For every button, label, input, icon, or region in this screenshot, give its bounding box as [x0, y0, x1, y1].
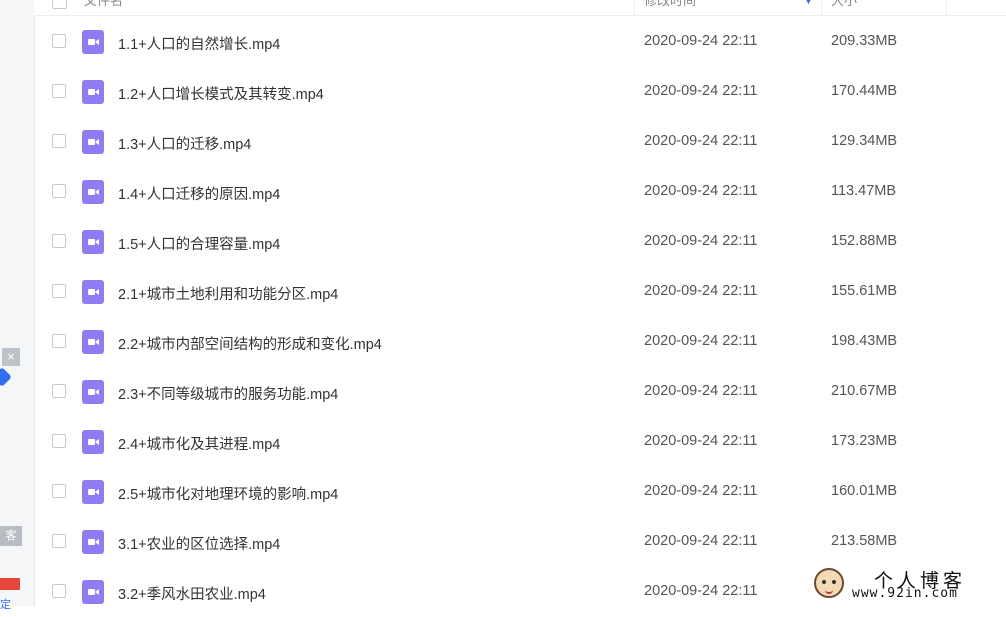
file-size: 155.61MB	[831, 283, 898, 299]
file-row[interactable]: 3.1+农业的区位选择.mp4 2020-09-24 22:11 213.58M…	[34, 517, 1006, 567]
file-row[interactable]: 1.4+人口迁移的原因.mp4 2020-09-24 22:11 113.47M…	[34, 167, 1006, 217]
file-name[interactable]: 2.4+城市化及其进程.mp4	[118, 433, 280, 454]
file-modified: 2020-09-24 22:11	[644, 83, 758, 99]
file-name[interactable]: 3.1+农业的区位选择.mp4	[118, 533, 280, 554]
row-checkbox[interactable]	[52, 234, 66, 248]
column-divider[interactable]	[821, 0, 822, 15]
row-checkbox[interactable]	[52, 484, 66, 498]
video-file-icon	[82, 30, 104, 54]
row-checkbox[interactable]	[52, 284, 66, 298]
file-row[interactable]: 2.1+城市土地利用和功能分区.mp4 2020-09-24 22:11 155…	[34, 267, 1006, 317]
file-modified: 2020-09-24 22:11	[644, 183, 758, 199]
file-size: 213.58MB	[831, 533, 898, 549]
file-size: 129.34MB	[831, 133, 898, 149]
file-row[interactable]: 2.2+城市内部空间结构的形成和变化.mp4 2020-09-24 22:11 …	[34, 317, 1006, 367]
row-checkbox[interactable]	[52, 384, 66, 398]
video-file-icon	[82, 530, 104, 554]
row-checkbox[interactable]	[52, 534, 66, 548]
file-row[interactable]: 1.5+人口的合理容量.mp4 2020-09-24 22:11 152.88M…	[34, 217, 1006, 267]
file-modified: 2020-09-24 22:11	[644, 283, 758, 299]
file-size: 160.01MB	[831, 483, 898, 499]
row-checkbox[interactable]	[52, 334, 66, 348]
video-file-icon	[82, 430, 104, 454]
video-file-icon	[82, 280, 104, 304]
file-row[interactable]: 2.3+不同等级城市的服务功能.mp4 2020-09-24 22:11 210…	[34, 367, 1006, 417]
video-file-icon	[82, 480, 104, 504]
file-row[interactable]: 2.4+城市化及其进程.mp4 2020-09-24 22:11 173.23M…	[34, 417, 1006, 467]
column-divider[interactable]	[634, 0, 635, 15]
sidebar-label[interactable]: 客	[0, 526, 22, 546]
cartoon-face-icon	[814, 568, 844, 598]
left-sidebar-strip: × 客 定	[0, 0, 35, 611]
video-file-icon	[82, 580, 104, 604]
file-modified: 2020-09-24 22:11	[644, 383, 758, 399]
file-name[interactable]: 1.3+人口的迁移.mp4	[118, 133, 251, 154]
file-modified: 2020-09-24 22:11	[644, 533, 758, 549]
select-all-checkbox[interactable]	[52, 0, 67, 9]
file-name[interactable]: 2.1+城市土地利用和功能分区.mp4	[118, 283, 338, 304]
row-checkbox[interactable]	[52, 184, 66, 198]
file-modified: 2020-09-24 22:11	[644, 433, 758, 449]
row-checkbox[interactable]	[52, 584, 66, 598]
file-row[interactable]: 1.3+人口的迁移.mp4 2020-09-24 22:11 129.34MB	[34, 117, 1006, 167]
file-size: 113.47MB	[831, 183, 897, 199]
column-header-name[interactable]: 文件名	[84, 0, 123, 14]
file-name[interactable]: 2.3+不同等级城市的服务功能.mp4	[118, 383, 338, 404]
file-row[interactable]: 2.5+城市化对地理环境的影响.mp4 2020-09-24 22:11 160…	[34, 467, 1006, 517]
row-checkbox[interactable]	[52, 34, 66, 48]
file-modified: 2020-09-24 22:11	[644, 133, 758, 149]
file-modified: 2020-09-24 22:11	[644, 33, 758, 49]
file-size: 170.44MB	[831, 83, 898, 99]
file-row[interactable]: 1.2+人口增长模式及其转变.mp4 2020-09-24 22:11 170.…	[34, 67, 1006, 117]
file-size: 152.88MB	[831, 233, 898, 249]
file-name[interactable]: 2.2+城市内部空间结构的形成和变化.mp4	[118, 333, 382, 354]
close-icon[interactable]: ×	[2, 348, 20, 366]
watermark-url: www.92in.com	[852, 586, 958, 601]
column-divider[interactable]	[946, 0, 947, 15]
column-header-modified[interactable]: 修改时间	[644, 0, 696, 14]
file-name[interactable]: 3.2+季风水田农业.mp4	[118, 583, 266, 604]
file-modified: 2020-09-24 22:11	[644, 483, 758, 499]
file-name[interactable]: 2.5+城市化对地理环境的影响.mp4	[118, 483, 338, 504]
file-size: 173.23MB	[831, 433, 898, 449]
column-header-size[interactable]: 大小	[831, 0, 857, 14]
blog-watermark: 个人博客 www.92in.com	[806, 562, 1006, 606]
video-file-icon	[82, 180, 104, 204]
video-file-icon	[82, 330, 104, 354]
video-file-icon	[82, 380, 104, 404]
row-checkbox[interactable]	[52, 434, 66, 448]
sidebar-bottom-link[interactable]: 定	[0, 596, 11, 612]
sort-arrow-icon[interactable]: ▼	[804, 0, 813, 6]
file-name[interactable]: 1.1+人口的自然增长.mp4	[118, 33, 280, 54]
file-name[interactable]: 1.2+人口增长模式及其转变.mp4	[118, 83, 324, 104]
file-size: 209.33MB	[831, 33, 898, 49]
file-modified: 2020-09-24 22:11	[644, 583, 758, 599]
video-file-icon	[82, 130, 104, 154]
file-list-header: 文件名 修改时间 ▼ 大小	[34, 0, 1006, 16]
file-size: 198.43MB	[831, 333, 898, 349]
gem-icon[interactable]	[0, 367, 12, 387]
row-checkbox[interactable]	[52, 84, 66, 98]
video-file-icon	[82, 230, 104, 254]
file-name[interactable]: 1.4+人口迁移的原因.mp4	[118, 183, 280, 204]
file-modified: 2020-09-24 22:11	[644, 233, 758, 249]
red-badge	[0, 578, 20, 590]
file-modified: 2020-09-24 22:11	[644, 333, 758, 349]
video-file-icon	[82, 80, 104, 104]
row-checkbox[interactable]	[52, 134, 66, 148]
file-name[interactable]: 1.5+人口的合理容量.mp4	[118, 233, 280, 254]
file-row[interactable]: 1.1+人口的自然增长.mp4 2020-09-24 22:11 209.33M…	[34, 17, 1006, 67]
file-size: 210.67MB	[831, 383, 898, 399]
